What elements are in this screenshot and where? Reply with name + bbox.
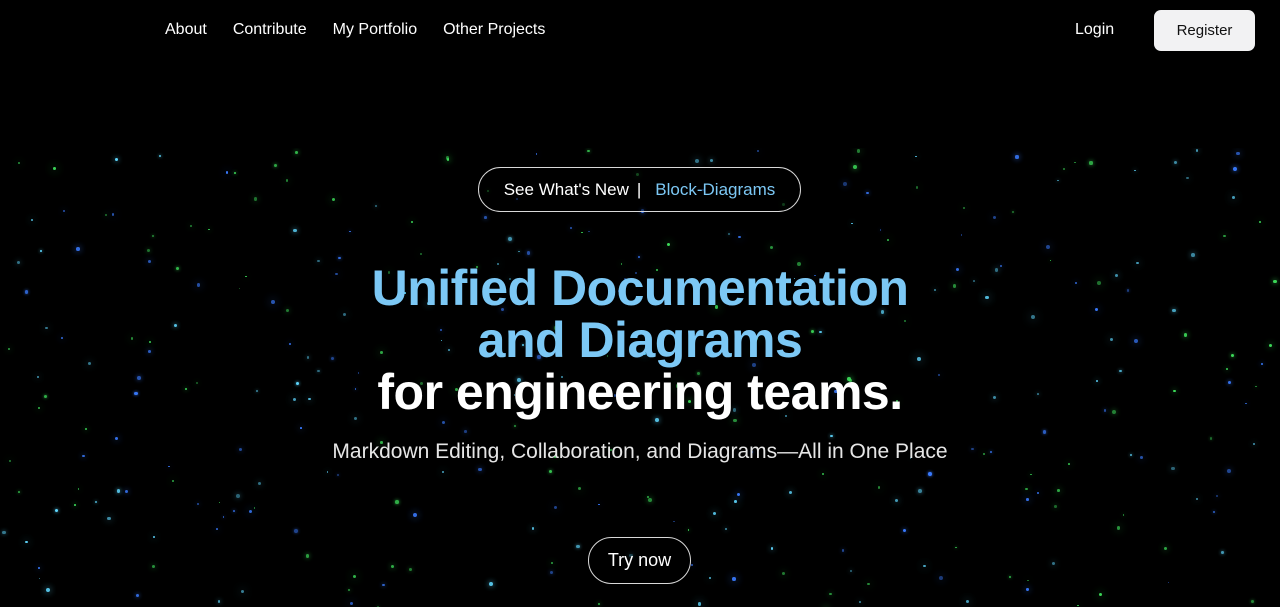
register-button[interactable]: Register xyxy=(1154,10,1255,51)
try-now-button[interactable]: Try now xyxy=(588,537,691,584)
hero-headline: Unified Documentation and Diagrams for e… xyxy=(0,262,1280,418)
whats-new-separator: | xyxy=(636,179,642,199)
headline-line-1: Unified Documentation xyxy=(371,260,909,316)
login-link[interactable]: Login xyxy=(1075,20,1114,40)
hero-subtitle: Markdown Editing, Collaboration, and Dia… xyxy=(332,440,948,463)
hero-section: See What's New | Block-Diagrams Unified … xyxy=(0,0,1280,607)
nav-link-contribute[interactable]: Contribute xyxy=(233,20,307,40)
nav-link-other-projects[interactable]: Other Projects xyxy=(443,20,545,40)
nav-link-about[interactable]: About xyxy=(165,20,207,40)
whats-new-label: See What's New xyxy=(503,179,629,199)
nav-link-my-portfolio[interactable]: My Portfolio xyxy=(333,20,417,40)
headline-line-3: for engineering teams. xyxy=(377,364,903,420)
whats-new-link[interactable]: Block-Diagrams xyxy=(655,180,775,200)
whats-new-pill[interactable]: See What's New | Block-Diagrams xyxy=(478,167,801,212)
landing-page: About Contribute My Portfolio Other Proj… xyxy=(0,0,1280,607)
top-navbar: About Contribute My Portfolio Other Proj… xyxy=(0,0,1280,62)
nav-links: About Contribute My Portfolio Other Proj… xyxy=(165,20,545,40)
headline-line-2: and Diagrams xyxy=(477,312,803,368)
